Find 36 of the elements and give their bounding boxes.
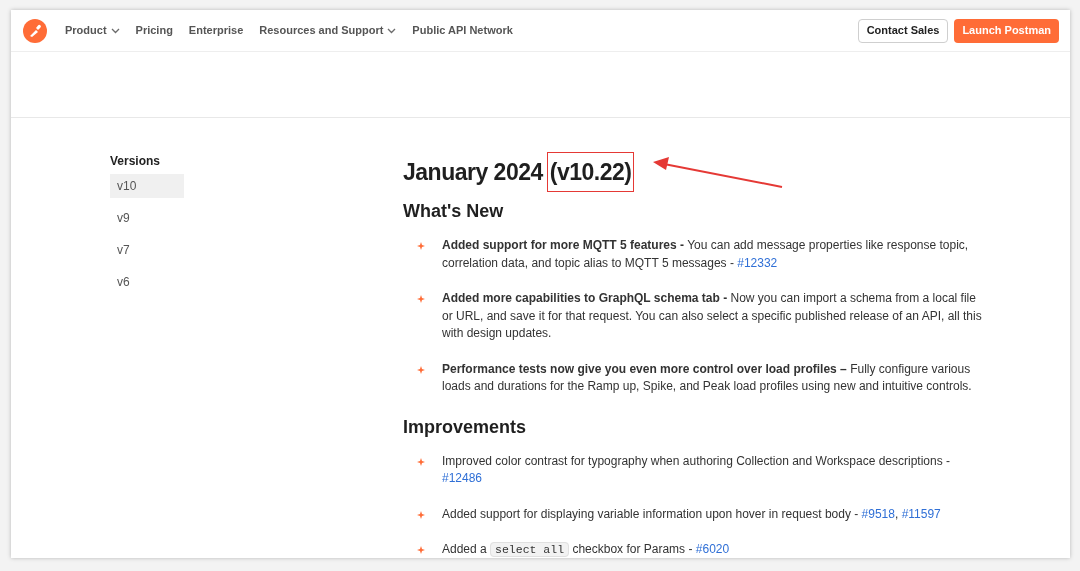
nav-link[interactable]: Public API Network bbox=[412, 22, 513, 39]
release-version: (v10.22) bbox=[546, 152, 635, 192]
issue-link[interactable]: #11597 bbox=[901, 506, 941, 521]
nav-link[interactable]: Pricing bbox=[135, 22, 173, 39]
logo-icon[interactable] bbox=[23, 18, 47, 43]
sparkle-icon bbox=[417, 457, 425, 466]
release-note: Added more capabilities to GraphQL schema tab - Now you can import a schema from a local file or URL, and save it for that request. You can also select a specific published release of an API, all this with design updates. bbox=[442, 290, 983, 342]
sparkle-icon bbox=[417, 365, 425, 374]
issue-link[interactable]: #12486 bbox=[442, 471, 483, 485]
version-item[interactable]: v9 bbox=[110, 206, 184, 230]
release-title: January 2024 bbox=[403, 157, 543, 187]
release-note: Added a select all checkbox for Params - #6020 bbox=[442, 541, 731, 558]
release-note: Improved color contrast for typography when authoring Collection and Workspace descriptions - #12486 bbox=[442, 452, 952, 487]
nav-link[interactable]: Enterprise bbox=[188, 22, 244, 39]
inline-code: select all bbox=[490, 542, 570, 557]
release-note: Added support for more MQTT 5 features - You can add message properties like response topic, correlation data, and topic alias to MQTT 5 messages - #12332 bbox=[442, 237, 970, 272]
version-item[interactable]: v7 bbox=[110, 238, 184, 262]
sidebar-title: Versions bbox=[110, 153, 162, 170]
issue-link[interactable]: #9518 bbox=[861, 506, 895, 521]
release-note: Performance tests now give you even more control over load profiles – Fully configure various loads and durations for the Ramp up, Spike, and Peak load profiles using new and intuitive controls. bbox=[442, 360, 973, 395]
section-heading: Improvements bbox=[403, 415, 528, 439]
chevron-down-icon bbox=[387, 27, 397, 34]
sparkle-icon bbox=[417, 510, 425, 519]
version-item[interactable]: v6 bbox=[110, 270, 184, 294]
sparkle-icon bbox=[417, 295, 425, 303]
issue-link[interactable]: #6020 bbox=[695, 542, 730, 556]
chevron-down-icon bbox=[110, 27, 120, 34]
section-heading: What's New bbox=[403, 200, 505, 223]
sparkle-icon bbox=[417, 546, 425, 554]
release-note: Added support for displaying variable information upon hover in request body - #9518, #11597 bbox=[442, 505, 942, 523]
nav-link[interactable]: Product bbox=[65, 22, 120, 39]
sparkle-icon bbox=[417, 242, 425, 250]
issue-link[interactable]: #12332 bbox=[737, 255, 778, 270]
contact-button[interactable]: Contact Sales bbox=[857, 18, 949, 43]
version-item[interactable]: v10 bbox=[110, 174, 184, 198]
nav-link[interactable]: Resources and Support bbox=[259, 22, 397, 39]
